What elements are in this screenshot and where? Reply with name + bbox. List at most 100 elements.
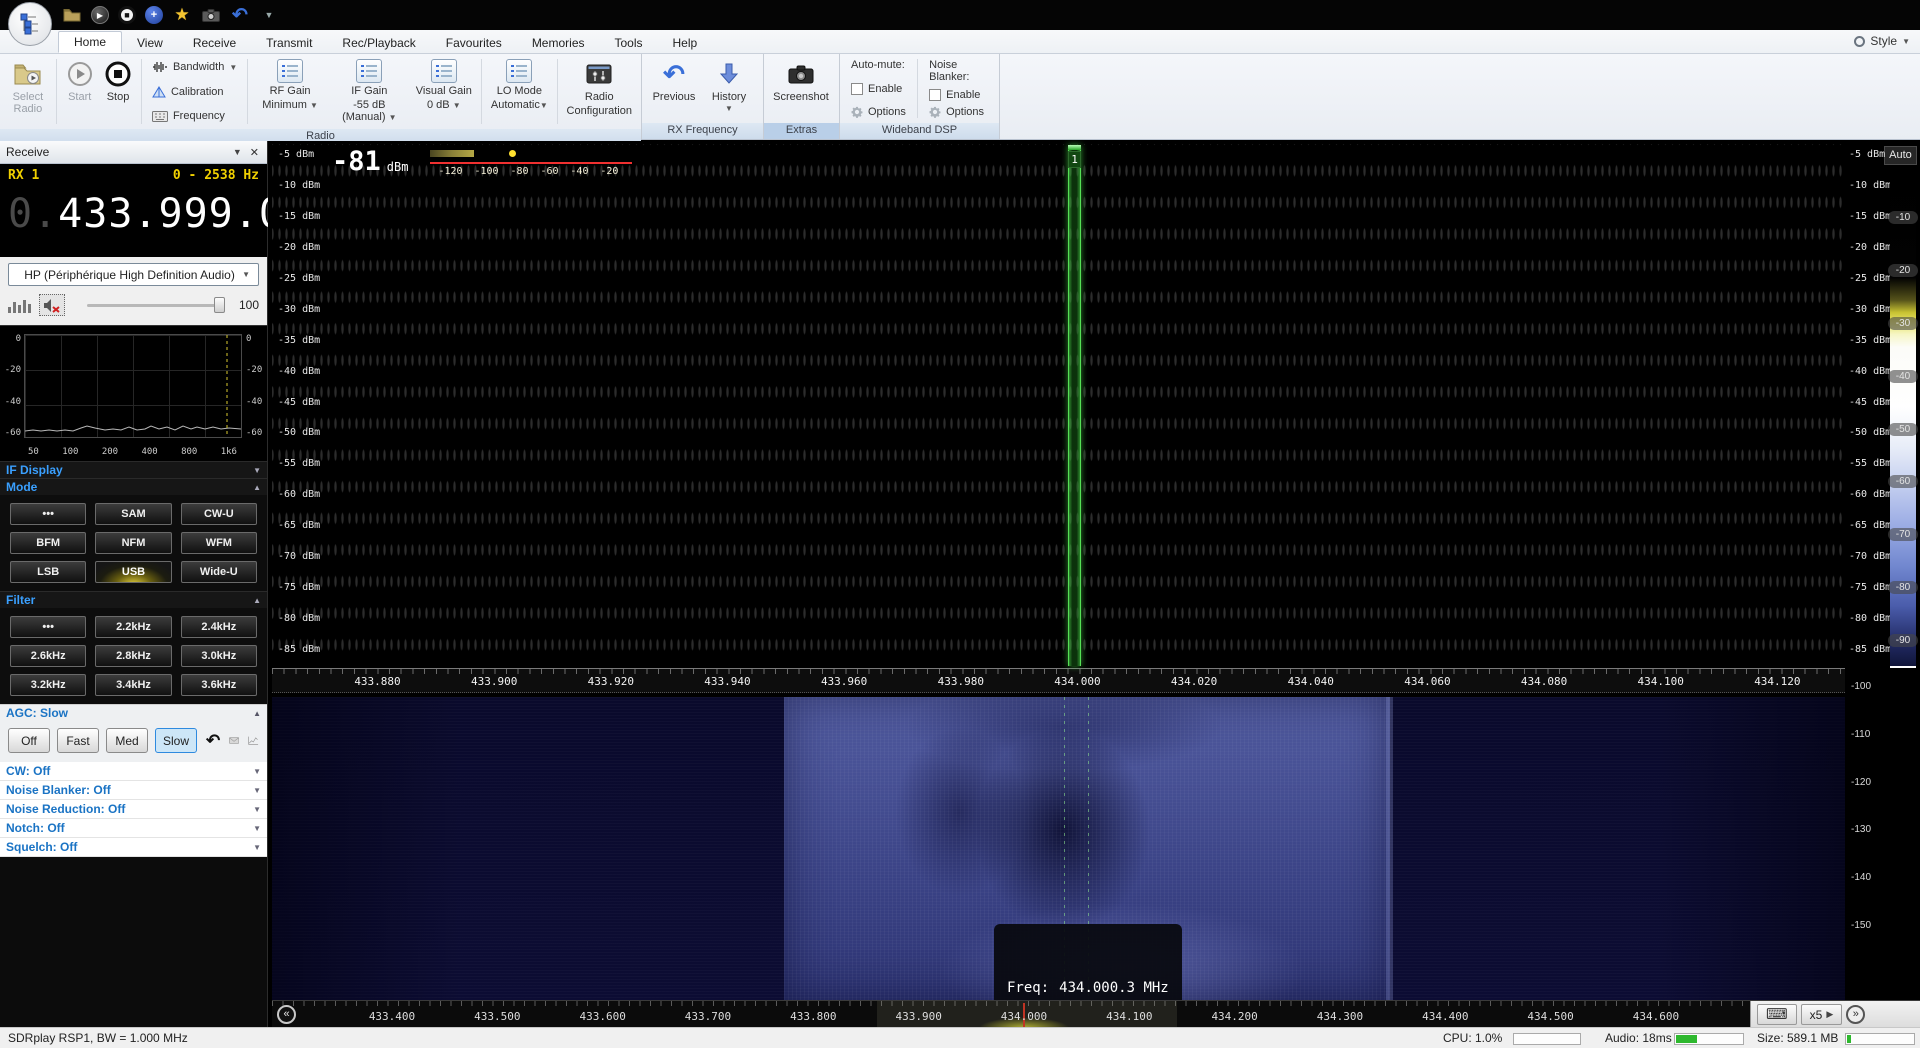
ribbon-tab[interactable]: Memories: [517, 33, 600, 53]
filter-section-header[interactable]: Filter▲: [0, 591, 267, 608]
mode-button[interactable]: CW-U: [181, 503, 257, 525]
zoom-button[interactable]: x5▶: [1801, 1004, 1843, 1025]
volume-slider-track[interactable]: [87, 304, 225, 307]
agc-button[interactable]: Off: [8, 728, 50, 753]
mode-button[interactable]: •••: [10, 503, 86, 525]
filter-button[interactable]: 3.6kHz: [181, 674, 257, 696]
mode-button[interactable]: WFM: [181, 532, 257, 554]
volume-slider-handle[interactable]: [214, 297, 225, 313]
mode-button[interactable]: LSB: [10, 561, 86, 583]
chevron-down-icon[interactable]: ▼: [253, 466, 261, 475]
filter-button[interactable]: 3.2kHz: [10, 674, 86, 696]
spectrum-display[interactable]: -5 dBm-10 dBm-15 dBm-20 dBm-25 dBm-30 dB…: [272, 144, 1845, 668]
pan-right-button[interactable]: »: [1846, 1005, 1865, 1024]
ribbon-tab[interactable]: Transmit: [251, 33, 327, 53]
frequency-entry-button[interactable]: ⌨: [1757, 1004, 1797, 1025]
mode-button[interactable]: Wide-U: [181, 561, 257, 583]
agc-undo-icon[interactable]: ↶: [206, 732, 220, 749]
tuned-frequency[interactable]: 0.433.999.050: [8, 191, 259, 237]
stop-icon[interactable]: ■: [118, 6, 136, 24]
camera-icon[interactable]: [201, 5, 221, 25]
favourite-star-icon[interactable]: ★: [172, 5, 192, 25]
bandwidth-button[interactable]: Bandwidth ▼: [149, 60, 240, 74]
volume-slider[interactable]: [87, 297, 225, 313]
if-gain-button[interactable]: IF Gain -55 dB (Manual) ▼: [329, 57, 409, 126]
chevron-down-icon[interactable]: ▼: [253, 767, 261, 776]
noise-blanker-options[interactable]: Options: [929, 106, 988, 118]
agc-button[interactable]: Fast: [57, 728, 99, 753]
dsp-row[interactable]: Noise Blanker: Off ▼: [0, 781, 267, 800]
panel-close-icon[interactable]: ✕: [248, 146, 261, 159]
ribbon-tab[interactable]: Home: [58, 31, 122, 53]
chevron-up-icon[interactable]: ▲: [253, 483, 261, 492]
ribbon-tab[interactable]: Tools: [600, 33, 658, 53]
filter-button[interactable]: 2.8kHz: [95, 645, 171, 667]
history-button[interactable]: History ▼: [703, 57, 755, 120]
spectrum-frequency-axis[interactable]: 433.880433.900433.920433.940433.960433.9…: [272, 668, 1845, 693]
start-icon[interactable]: ▶: [91, 6, 109, 24]
screenshot-button[interactable]: Screenshot: [769, 57, 833, 120]
dsp-row[interactable]: CW: Off ▼: [0, 762, 267, 781]
agc-button[interactable]: Slow: [155, 728, 197, 753]
calibration-button[interactable]: Calibration: [149, 85, 240, 99]
agc-section-header[interactable]: AGC: Slow▲: [0, 704, 267, 721]
app-menu-button[interactable]: [8, 2, 52, 46]
noise-blanker-checkbox[interactable]: [929, 89, 941, 101]
mode-button[interactable]: BFM: [10, 532, 86, 554]
undo-icon[interactable]: ↶: [230, 5, 250, 25]
auto-mute-options[interactable]: Options: [851, 106, 906, 118]
dsp-row[interactable]: Notch: Off ▼: [0, 819, 267, 838]
chevron-up-icon[interactable]: ▲: [253, 596, 261, 605]
filter-button[interactable]: 2.2kHz: [95, 616, 171, 638]
audio-spectrum-graph[interactable]: 0-20-40-60 0-20-40-60 501002004008001k6: [0, 325, 267, 461]
auto-mute-enable[interactable]: Enable: [851, 83, 906, 95]
agc-graph-icon[interactable]: [248, 733, 259, 748]
filter-button[interactable]: 2.6kHz: [10, 645, 86, 667]
frequency-button[interactable]: Frequency: [149, 109, 240, 123]
chevron-down-icon[interactable]: ▼: [253, 786, 261, 795]
mute-button[interactable]: [39, 294, 65, 316]
lo-mode-button[interactable]: LO Mode Automatic▼: [487, 57, 552, 126]
ribbon-tab[interactable]: Help: [658, 33, 713, 53]
frequency-display[interactable]: RX 1 0 - 2538 Hz 0.433.999.050: [0, 164, 267, 257]
if-display-section-header[interactable]: IF Display▼: [0, 461, 267, 478]
filter-button[interactable]: •••: [10, 616, 86, 638]
rf-gain-button[interactable]: RF Gain Minimum ▼: [253, 57, 327, 126]
auto-mute-checkbox[interactable]: [851, 83, 863, 95]
radio-configuration-button[interactable]: Radio Configuration: [563, 57, 636, 126]
panel-collapse-icon[interactable]: ▼: [227, 147, 248, 157]
add-icon[interactable]: +: [145, 6, 163, 24]
filter-button[interactable]: 3.4kHz: [95, 674, 171, 696]
chevron-down-icon[interactable]: ▼: [253, 843, 261, 852]
mode-button[interactable]: USB: [95, 561, 171, 583]
toolbar-overflow-icon[interactable]: ▼: [259, 5, 279, 25]
filter-button[interactable]: 3.0kHz: [181, 645, 257, 667]
equalizer-icon[interactable]: [8, 297, 31, 313]
start-button[interactable]: Start: [62, 57, 98, 126]
filter-button[interactable]: 2.4kHz: [181, 616, 257, 638]
mode-button[interactable]: SAM: [95, 503, 171, 525]
noise-blanker-enable[interactable]: Enable: [929, 89, 988, 101]
signal-bar[interactable]: 1: [1068, 145, 1081, 666]
mode-section-header[interactable]: Mode▲: [0, 478, 267, 495]
ribbon-tab[interactable]: Rec/Playback: [327, 33, 430, 53]
dsp-row[interactable]: Squelch: Off ▼: [0, 838, 267, 857]
open-folder-icon[interactable]: [62, 5, 82, 25]
agc-button[interactable]: Med: [106, 728, 148, 753]
dsp-row[interactable]: Noise Reduction: Off ▼: [0, 800, 267, 819]
chevron-up-icon[interactable]: ▲: [253, 709, 261, 718]
ribbon-tab[interactable]: View: [122, 33, 178, 53]
visual-gain-button[interactable]: Visual Gain 0 dB ▼: [411, 57, 476, 126]
previous-button[interactable]: ↶ Previous: [647, 57, 701, 120]
pan-left-button[interactable]: «: [277, 1005, 296, 1024]
select-radio-button[interactable]: Select Radio: [5, 57, 51, 126]
style-menu[interactable]: Style ▼: [1854, 34, 1910, 48]
audio-device-select[interactable]: HP (Périphérique High Definition Audio) …: [8, 263, 259, 286]
ribbon-tab[interactable]: Receive: [178, 33, 251, 53]
ribbon-tab[interactable]: Favourites: [431, 33, 517, 53]
waterfall-display[interactable]: Freq:434.000.3 MHz Span:±139.525 kHz: [272, 697, 1845, 1000]
stop-button[interactable]: Stop: [100, 57, 136, 126]
audio-graph-plot[interactable]: [24, 334, 242, 438]
band-overview-scale[interactable]: 433.400433.500433.600433.700433.800433.9…: [272, 1000, 1920, 1027]
chevron-down-icon[interactable]: ▼: [253, 824, 261, 833]
